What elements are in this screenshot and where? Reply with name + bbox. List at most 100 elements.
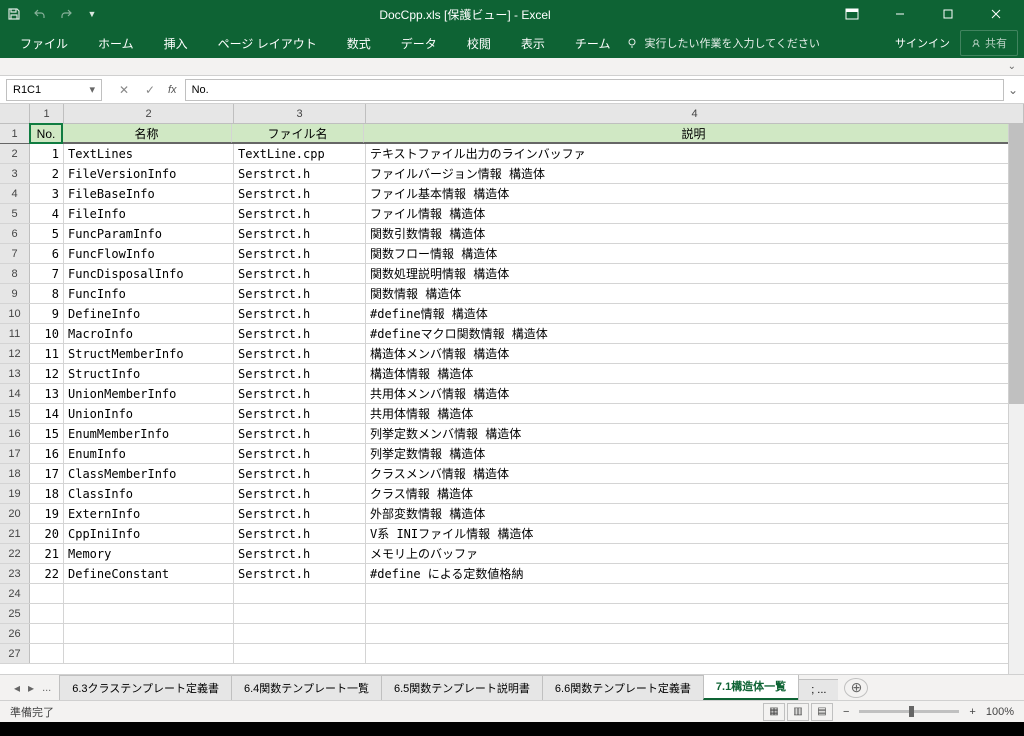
cell[interactable]: 14 xyxy=(30,404,64,423)
cell[interactable]: 共用体情報 構造体 xyxy=(366,404,1024,423)
undo-icon[interactable] xyxy=(32,6,48,22)
cell[interactable]: ファイル基本情報 構造体 xyxy=(366,184,1024,203)
name-box[interactable]: R1C1 ▾ xyxy=(6,79,102,101)
ribbon-tab-6[interactable]: 校閲 xyxy=(453,29,505,58)
zoom-level[interactable]: 100% xyxy=(986,706,1014,718)
cell[interactable]: Serstrct.h xyxy=(234,404,366,423)
cell[interactable]: FileBaseInfo xyxy=(64,184,234,203)
cell[interactable]: 17 xyxy=(30,464,64,483)
row-header[interactable]: 11 xyxy=(0,324,30,343)
cell[interactable]: MacroInfo xyxy=(64,324,234,343)
cell[interactable]: V系 INIファイル情報 構造体 xyxy=(366,524,1024,543)
cell[interactable]: Memory xyxy=(64,544,234,563)
cell[interactable]: 名称 xyxy=(62,124,232,143)
cell[interactable]: 列挙定数情報 構造体 xyxy=(366,444,1024,463)
row-header[interactable]: 10 xyxy=(0,304,30,323)
cell[interactable]: ExternInfo xyxy=(64,504,234,523)
signin-link[interactable]: サインイン xyxy=(895,35,950,51)
cell[interactable]: 共用体メンバ情報 構造体 xyxy=(366,384,1024,403)
cell[interactable]: Serstrct.h xyxy=(234,204,366,223)
cell[interactable] xyxy=(30,604,64,623)
cell[interactable]: Serstrct.h xyxy=(234,244,366,263)
cell[interactable]: FileInfo xyxy=(64,204,234,223)
cell[interactable]: Serstrct.h xyxy=(234,184,366,203)
cell[interactable]: Serstrct.h xyxy=(234,524,366,543)
enter-formula-button[interactable]: ✓ xyxy=(138,79,162,101)
cell[interactable]: 説明 xyxy=(364,124,1024,143)
cell[interactable]: Serstrct.h xyxy=(234,364,366,383)
zoom-in-button[interactable]: + xyxy=(969,706,975,718)
normal-view-button[interactable]: ▦ xyxy=(763,703,785,721)
row-header[interactable]: 16 xyxy=(0,424,30,443)
cell[interactable]: 1 xyxy=(30,144,64,163)
column-header[interactable]: 3 xyxy=(234,104,366,123)
cell[interactable]: DefineInfo xyxy=(64,304,234,323)
cell[interactable]: 関数処理説明情報 構造体 xyxy=(366,264,1024,283)
cell[interactable]: 21 xyxy=(30,544,64,563)
row-header[interactable]: 25 xyxy=(0,604,30,623)
cell[interactable]: 10 xyxy=(30,324,64,343)
cell[interactable]: 18 xyxy=(30,484,64,503)
cell[interactable] xyxy=(64,604,234,623)
ribbon-tab-1[interactable]: ホーム xyxy=(84,29,148,58)
cell[interactable]: Serstrct.h xyxy=(234,384,366,403)
column-header[interactable]: 4 xyxy=(366,104,1024,123)
cell[interactable]: CppIniInfo xyxy=(64,524,234,543)
cell[interactable]: DefineConstant xyxy=(64,564,234,583)
column-header[interactable]: 1 xyxy=(30,104,64,123)
cell[interactable]: EnumInfo xyxy=(64,444,234,463)
cell[interactable]: FileVersionInfo xyxy=(64,164,234,183)
cell[interactable]: Serstrct.h xyxy=(234,464,366,483)
cell[interactable]: Serstrct.h xyxy=(234,284,366,303)
cell[interactable] xyxy=(366,604,1024,623)
cell[interactable]: Serstrct.h xyxy=(234,264,366,283)
sheet-tab[interactable]: 6.4関数テンプレート一覧 xyxy=(231,675,382,700)
cell[interactable]: Serstrct.h xyxy=(234,544,366,563)
row-header[interactable]: 13 xyxy=(0,364,30,383)
formula-input[interactable]: No. xyxy=(185,79,1004,101)
cell[interactable] xyxy=(30,584,64,603)
spreadsheet-grid[interactable]: 1 2 3 4 1 No. 名称 ファイル名 説明2 1 TextLines T… xyxy=(0,104,1024,674)
ribbon-expand-icon[interactable]: ⌄ xyxy=(1008,61,1016,72)
cell[interactable] xyxy=(234,604,366,623)
minimize-button[interactable] xyxy=(878,0,922,28)
row-header[interactable]: 2 xyxy=(0,144,30,163)
zoom-slider[interactable] xyxy=(859,710,959,713)
redo-icon[interactable] xyxy=(58,6,74,22)
ribbon-tab-0[interactable]: ファイル xyxy=(6,29,82,58)
row-header[interactable]: 22 xyxy=(0,544,30,563)
row-header[interactable]: 4 xyxy=(0,184,30,203)
cell[interactable]: StructInfo xyxy=(64,364,234,383)
cell[interactable]: Serstrct.h xyxy=(234,304,366,323)
cell[interactable]: 7 xyxy=(30,264,64,283)
row-header[interactable]: 5 xyxy=(0,204,30,223)
cell[interactable]: Serstrct.h xyxy=(234,344,366,363)
cell[interactable]: StructMemberInfo xyxy=(64,344,234,363)
cell[interactable]: ファイルバージョン情報 構造体 xyxy=(366,164,1024,183)
row-header[interactable]: 23 xyxy=(0,564,30,583)
cell[interactable]: クラスメンバ情報 構造体 xyxy=(366,464,1024,483)
share-button[interactable]: 共有 xyxy=(960,30,1018,56)
column-header[interactable]: 2 xyxy=(64,104,234,123)
cell[interactable] xyxy=(64,584,234,603)
sheet-overflow-right[interactable]: ; ... xyxy=(798,679,838,700)
cell[interactable]: 4 xyxy=(30,204,64,223)
sheet-overflow-left[interactable]: ... xyxy=(42,682,51,694)
cancel-formula-button[interactable]: ✕ xyxy=(112,79,136,101)
select-all-corner[interactable] xyxy=(0,104,30,123)
cell[interactable]: 15 xyxy=(30,424,64,443)
row-header[interactable]: 9 xyxy=(0,284,30,303)
cell[interactable] xyxy=(366,644,1024,663)
cell[interactable]: 11 xyxy=(30,344,64,363)
cell[interactable]: #define による定数値格納 xyxy=(366,564,1024,583)
cell[interactable] xyxy=(64,644,234,663)
row-header[interactable]: 3 xyxy=(0,164,30,183)
row-header[interactable]: 21 xyxy=(0,524,30,543)
row-header[interactable]: 27 xyxy=(0,644,30,663)
sheet-nav-next-icon[interactable]: ▸ xyxy=(28,681,34,695)
save-icon[interactable] xyxy=(6,6,22,22)
row-header[interactable]: 18 xyxy=(0,464,30,483)
cell[interactable]: UnionInfo xyxy=(64,404,234,423)
cell[interactable]: EnumMemberInfo xyxy=(64,424,234,443)
cell[interactable] xyxy=(366,584,1024,603)
